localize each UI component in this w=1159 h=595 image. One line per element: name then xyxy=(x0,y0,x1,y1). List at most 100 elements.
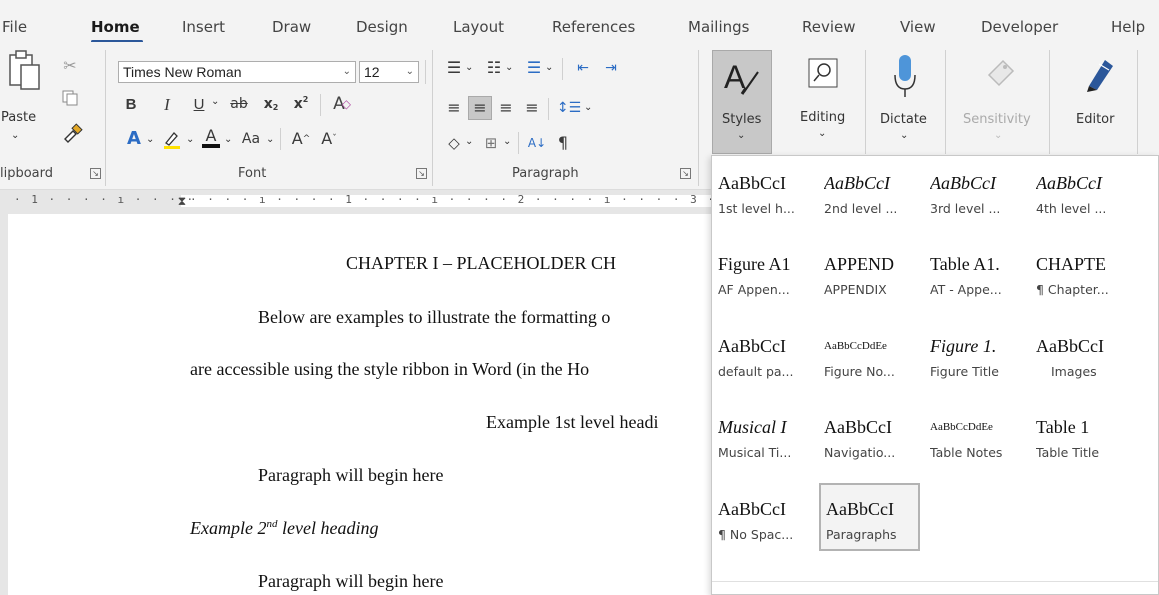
document-paragraph[interactable]: Paragraph will begin here xyxy=(258,465,443,486)
style-tile-figure-title[interactable]: Figure 1. Figure Title xyxy=(925,322,1026,386)
indent-marker-icon[interactable]: ⧗ xyxy=(176,190,188,212)
text-effects-icon[interactable]: A xyxy=(122,128,146,150)
style-tile-af-appendix[interactable]: Figure A1 AF Appen... xyxy=(713,240,814,304)
paste-button[interactable]: Paste xyxy=(1,110,36,125)
text-effects-dropdown-icon[interactable]: ⌄ xyxy=(146,134,154,145)
numbering-icon[interactable]: ☷ xyxy=(483,58,505,78)
borders-icon[interactable]: ⊞ xyxy=(480,132,502,154)
search-icon[interactable] xyxy=(806,56,840,90)
line-spacing-dropdown-icon[interactable]: ⌄ xyxy=(584,102,592,113)
style-tile-2nd-level-heading[interactable]: AaBbCcI 2nd level ... xyxy=(819,159,920,223)
editing-button[interactable]: Editing xyxy=(800,110,845,125)
font-name-combobox[interactable]: Times New Roman ⌄ xyxy=(118,61,356,83)
increase-indent-icon[interactable]: ⇥ xyxy=(600,58,622,78)
shrink-font-button[interactable]: Aˇ xyxy=(318,128,340,150)
paste-dropdown-icon[interactable]: ⌄ xyxy=(11,130,19,141)
tab-view[interactable]: View xyxy=(900,18,936,36)
line-spacing-icon[interactable]: ↕☰ xyxy=(556,98,582,118)
shading-dropdown-icon[interactable]: ⌄ xyxy=(465,136,473,147)
justify-icon[interactable]: ≡ xyxy=(521,98,543,118)
format-painter-icon[interactable] xyxy=(60,122,84,144)
underline-button[interactable]: U xyxy=(190,94,208,114)
clear-formatting-icon[interactable]: A ◇ xyxy=(330,94,354,114)
second-level-heading[interactable]: Example 2nd level heading xyxy=(190,518,378,539)
heading2-superscript: nd xyxy=(266,518,278,530)
tab-developer[interactable]: Developer xyxy=(981,18,1058,36)
cut-icon[interactable]: ✂ xyxy=(60,56,80,76)
dictate-button[interactable]: Dictate xyxy=(880,112,927,127)
change-case-dropdown-icon[interactable]: ⌄ xyxy=(266,134,274,145)
style-name: Table Title xyxy=(1036,445,1100,460)
borders-dropdown-icon[interactable]: ⌄ xyxy=(503,136,511,147)
style-tile-default-paragraph[interactable]: AaBbCcI default pa... xyxy=(713,322,814,386)
align-right-icon[interactable]: ≡ xyxy=(495,98,517,118)
chevron-down-icon[interactable]: ⌄ xyxy=(900,130,908,141)
paste-icon[interactable] xyxy=(4,48,44,94)
chevron-down-icon[interactable]: ⌄ xyxy=(818,128,826,139)
style-tile-appendix[interactable]: APPEND APPENDIX xyxy=(819,240,920,304)
document-paragraph[interactable]: Below are examples to illustrate the for… xyxy=(258,307,610,328)
bold-button[interactable]: B xyxy=(122,94,140,114)
bullets-icon[interactable]: ☰ xyxy=(443,58,465,78)
font-color-dropdown-icon[interactable]: ⌄ xyxy=(224,134,232,145)
clipboard-launcher-icon[interactable]: ↘ xyxy=(90,168,101,179)
multilevel-dropdown-icon[interactable]: ⌄ xyxy=(545,62,553,73)
chevron-down-icon[interactable]: ⌄ xyxy=(343,62,351,82)
strikethrough-button[interactable]: ab xyxy=(228,94,250,114)
style-tile-table-notes[interactable]: AaBbCcDdEe Table Notes xyxy=(925,403,1026,467)
style-tile-figure-notes[interactable]: AaBbCcDdEe Figure No... xyxy=(819,322,920,386)
editor-pen-icon[interactable] xyxy=(1082,52,1118,96)
align-left-icon[interactable]: ≡ xyxy=(443,98,465,118)
style-tile-musical-title[interactable]: Musical I Musical Ti... xyxy=(713,403,814,467)
style-tile-paragraphs[interactable]: AaBbCcI Paragraphs xyxy=(819,483,920,551)
highlight-dropdown-icon[interactable]: ⌄ xyxy=(186,134,194,145)
underline-dropdown-icon[interactable]: ⌄ xyxy=(211,96,219,107)
style-tile-at-appendix[interactable]: Table A1. AT - Appe... xyxy=(925,240,1026,304)
align-center-icon[interactable]: ≡ xyxy=(469,98,491,118)
grow-font-button[interactable]: A ^ xyxy=(290,128,312,150)
tab-draw[interactable]: Draw xyxy=(272,18,311,36)
tab-home[interactable]: Home xyxy=(91,18,140,36)
style-tile-no-spacing[interactable]: AaBbCcI ¶ No Spac... xyxy=(713,485,814,549)
tab-references[interactable]: References xyxy=(552,18,635,36)
superscript-button[interactable]: x2 xyxy=(290,94,312,114)
bullets-dropdown-icon[interactable]: ⌄ xyxy=(465,62,473,73)
style-name: Musical Ti... xyxy=(718,445,792,460)
style-tile-chapter[interactable]: CHAPTE ¶ Chapter... xyxy=(1031,240,1132,304)
tab-help[interactable]: Help xyxy=(1111,18,1145,36)
tab-insert[interactable]: Insert xyxy=(182,18,225,36)
numbering-dropdown-icon[interactable]: ⌄ xyxy=(505,62,513,73)
shading-icon[interactable]: ◇ xyxy=(443,132,465,154)
style-tile-3rd-level-heading[interactable]: AaBbCcI 3rd level ... xyxy=(925,159,1026,223)
tab-layout[interactable]: Layout xyxy=(453,18,504,36)
style-tile-navigation[interactable]: AaBbCcI Navigatio... xyxy=(819,403,920,467)
chevron-down-icon[interactable]: ⌄ xyxy=(406,62,414,82)
multilevel-list-icon[interactable]: ☰ xyxy=(523,58,545,78)
font-color-icon[interactable]: A xyxy=(200,126,222,150)
decrease-indent-icon[interactable]: ⇤ xyxy=(572,58,594,78)
first-level-heading[interactable]: Example 1st level headi xyxy=(486,412,658,433)
document-paragraph[interactable]: Paragraph will begin here xyxy=(258,571,443,592)
font-size-combobox[interactable]: 12 ⌄ xyxy=(359,61,419,83)
style-tile-table-title[interactable]: Table 1 Table Title xyxy=(1031,403,1132,467)
document-paragraph[interactable]: are accessible using the style ribbon in… xyxy=(190,359,589,380)
copy-icon[interactable] xyxy=(60,88,80,108)
font-launcher-icon[interactable]: ↘ xyxy=(416,168,427,179)
style-tile-4th-level-heading[interactable]: AaBbCcI 4th level ... xyxy=(1031,159,1132,223)
italic-button[interactable]: I xyxy=(158,94,176,114)
paragraph-launcher-icon[interactable]: ↘ xyxy=(680,168,691,179)
tab-design[interactable]: Design xyxy=(356,18,408,36)
tab-file[interactable]: File xyxy=(2,18,27,36)
microphone-icon[interactable] xyxy=(890,52,920,102)
change-case-button[interactable]: Aa xyxy=(236,128,266,150)
style-tile-images[interactable]: AaBbCcI Images xyxy=(1031,322,1132,386)
tab-mailings[interactable]: Mailings xyxy=(688,18,749,36)
tab-review[interactable]: Review xyxy=(802,18,856,36)
show-formatting-marks-icon[interactable]: ¶ xyxy=(553,132,573,154)
sort-icon[interactable]: A↓ xyxy=(526,132,548,154)
subscript-button[interactable]: x2 xyxy=(260,94,282,114)
editor-button[interactable]: Editor xyxy=(1076,112,1114,127)
highlight-icon[interactable] xyxy=(160,128,184,150)
chapter-heading[interactable]: CHAPTER I – PLACEHOLDER CH xyxy=(346,253,616,274)
style-tile-1st-level-heading[interactable]: AaBbCcI 1st level h... xyxy=(713,159,814,223)
